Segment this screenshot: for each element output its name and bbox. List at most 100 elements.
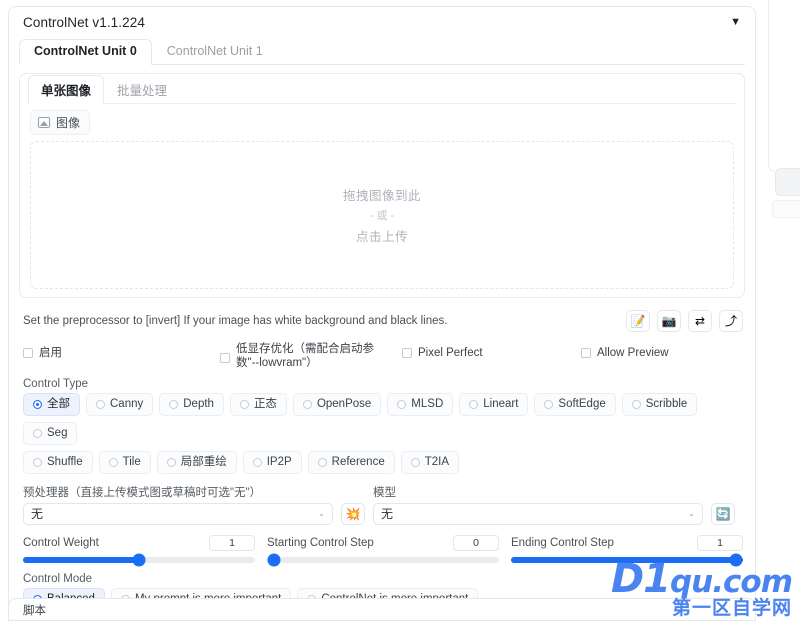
- control-type-label-text: Shuffle: [47, 455, 83, 468]
- edit-icon[interactable]: 📝: [626, 310, 650, 332]
- image-source-chip[interactable]: 图像: [30, 110, 91, 135]
- radio-icon[interactable]: [302, 399, 312, 409]
- checkbox-box[interactable]: [23, 348, 33, 358]
- radio-icon[interactable]: [169, 399, 179, 409]
- control-type-all[interactable]: 全部: [23, 393, 80, 416]
- control-type-tile[interactable]: Tile: [98, 450, 151, 474]
- slider-handle[interactable]: [132, 553, 146, 567]
- checkbox-allow-preview[interactable]: Allow Preview: [581, 346, 669, 360]
- control-type-label-text: T2IA: [424, 455, 450, 468]
- control-type-label-text: Lineart: [483, 398, 519, 410]
- slider-track[interactable]: [511, 553, 743, 567]
- camera-icon[interactable]: 📷: [657, 310, 681, 332]
- radio-icon[interactable]: [33, 428, 42, 438]
- chevron-down-icon: ⌄: [318, 509, 325, 519]
- checkbox-box[interactable]: [581, 348, 591, 358]
- refresh-models-button[interactable]: 🔄: [711, 502, 735, 525]
- tab-single-image[interactable]: 单张图像: [28, 75, 105, 104]
- control-type-label-text: OpenPose: [316, 398, 372, 410]
- run-preprocessor-button[interactable]: 💥: [341, 502, 365, 525]
- control-type-lineart[interactable]: Lineart: [459, 393, 529, 416]
- accordion-header[interactable]: ControlNet v1.1.224 ▼: [9, 7, 755, 36]
- slider-fill: [511, 556, 743, 563]
- control-type-ip2p[interactable]: IP2P: [242, 450, 302, 474]
- radio-icon[interactable]: [544, 399, 554, 409]
- checkbox-lowvram-label: 低显存优化（需配合启动参数"--lowvram"）: [236, 343, 374, 370]
- slider-ending-control-step: Ending Control Step 1: [511, 534, 743, 567]
- radio-icon[interactable]: [397, 399, 407, 409]
- control-type-mlsd[interactable]: MLSD: [387, 393, 454, 416]
- radio-icon[interactable]: [108, 457, 118, 467]
- slider-track[interactable]: [267, 553, 499, 567]
- slider-track[interactable]: [23, 553, 255, 567]
- control-type-softedge[interactable]: SoftEdge: [534, 393, 616, 416]
- preprocessor-select[interactable]: 无 ⌄: [23, 502, 333, 525]
- image-icon: [38, 117, 50, 128]
- controlnet-accordion: ControlNet v1.1.224 ▼ ControlNet Unit 0 …: [8, 6, 756, 621]
- preprocessor-label: 预处理器（直接上传模式图或草稿时可选"无"）: [23, 486, 262, 499]
- slider-handle[interactable]: [729, 553, 743, 567]
- right-side-button[interactable]: [775, 168, 800, 196]
- checkbox-box[interactable]: [402, 348, 412, 358]
- chevron-down-icon[interactable]: ▼: [730, 17, 743, 28]
- slider-value-input[interactable]: 0: [453, 534, 499, 551]
- slider-value-input[interactable]: 1: [209, 534, 255, 551]
- radio-icon[interactable]: [631, 399, 641, 409]
- checkbox-box[interactable]: [220, 353, 230, 363]
- radio-icon[interactable]: [166, 457, 176, 467]
- radio-icon[interactable]: [96, 399, 105, 409]
- control-type-normal[interactable]: 正态: [229, 393, 287, 416]
- model-select[interactable]: 无 ⌄: [373, 502, 703, 525]
- radio-icon[interactable]: [469, 399, 479, 409]
- control-type-label-text: Depth: [183, 398, 214, 410]
- checkbox-enable[interactable]: 启用: [23, 346, 62, 360]
- right-side-panel: [768, 0, 800, 172]
- image-dropzone[interactable]: 拖拽图像到此 - 或 - 点击上传: [30, 141, 734, 289]
- control-type-label-text: MLSD: [411, 398, 444, 410]
- image-chip-row: 图像: [20, 104, 744, 137]
- preprocessor-model-row: 预处理器（直接上传模式图或草稿时可选"无"） 无 ⌄ 💥 模型 无 ⌄ 🔄: [23, 484, 743, 525]
- preprocessor-field: 预处理器（直接上传模式图或草稿时可选"无"） 无 ⌄: [23, 484, 333, 525]
- preprocessor-hint-text: Set the preprocessor to [invert] If your…: [23, 315, 448, 327]
- control-type-depth[interactable]: Depth: [159, 393, 224, 416]
- control-type-openpose[interactable]: OpenPose: [292, 393, 382, 416]
- control-type-label-text: Reference: [331, 455, 385, 468]
- slider-label: Control Weight: [23, 536, 99, 549]
- upload-icon[interactable]: ⤴: [719, 310, 743, 332]
- model-label: 模型: [373, 486, 396, 499]
- control-type-inpaint[interactable]: 局部重绘: [156, 450, 237, 474]
- radio-icon[interactable]: [252, 457, 262, 467]
- tab-batch-process[interactable]: 批量处理: [104, 75, 180, 104]
- control-type-reference[interactable]: Reference: [307, 450, 395, 474]
- control-type-scribble[interactable]: Scribble: [621, 393, 698, 416]
- control-type-label-text: Tile: [122, 455, 141, 468]
- slider-handle[interactable]: [267, 553, 281, 567]
- checkbox-pixel-perfect[interactable]: Pixel Perfect: [402, 346, 483, 360]
- swap-icon[interactable]: ⇄: [688, 310, 712, 332]
- checkbox-lowvram[interactable]: 低显存优化（需配合启动参数"--lowvram"）: [220, 342, 390, 371]
- control-type-canny[interactable]: Canny: [86, 393, 154, 416]
- slider-value-input[interactable]: 1: [697, 534, 743, 551]
- control-type-label-text: 全部: [47, 398, 70, 410]
- radio-icon[interactable]: [410, 457, 420, 467]
- tab-controlnet-unit-0[interactable]: ControlNet Unit 0: [19, 39, 152, 65]
- checkbox-enable-label: 启用: [39, 347, 62, 359]
- control-type-shuffle[interactable]: Shuffle: [23, 450, 93, 474]
- control-type-label-text: Scribble: [645, 398, 688, 410]
- model-field: 模型 无 ⌄: [373, 484, 703, 525]
- control-type-label-text: 局部重绘: [180, 455, 227, 468]
- image-input-card: 单张图像 批量处理 图像 拖拽图像到此 - 或 - 点击上传: [19, 73, 745, 298]
- control-type-seg[interactable]: Seg: [23, 421, 78, 445]
- radio-icon[interactable]: [33, 399, 42, 409]
- mode-tab-bar: 单张图像 批量处理: [28, 75, 736, 104]
- radio-icon[interactable]: [33, 457, 42, 467]
- radio-icon[interactable]: [317, 457, 327, 467]
- control-type-t2ia[interactable]: T2IA: [400, 450, 460, 474]
- script-accordion[interactable]: 脚本: [8, 598, 756, 621]
- slider-label: Ending Control Step: [511, 536, 614, 549]
- control-type-row-2: Shuffle Tile 局部重绘 IP2P Reference T2IA: [23, 450, 743, 474]
- radio-icon[interactable]: [239, 399, 249, 409]
- preprocessor-value: 无: [31, 507, 44, 522]
- tab-controlnet-unit-1[interactable]: ControlNet Unit 1: [152, 39, 278, 65]
- image-chip-label: 图像: [56, 116, 81, 130]
